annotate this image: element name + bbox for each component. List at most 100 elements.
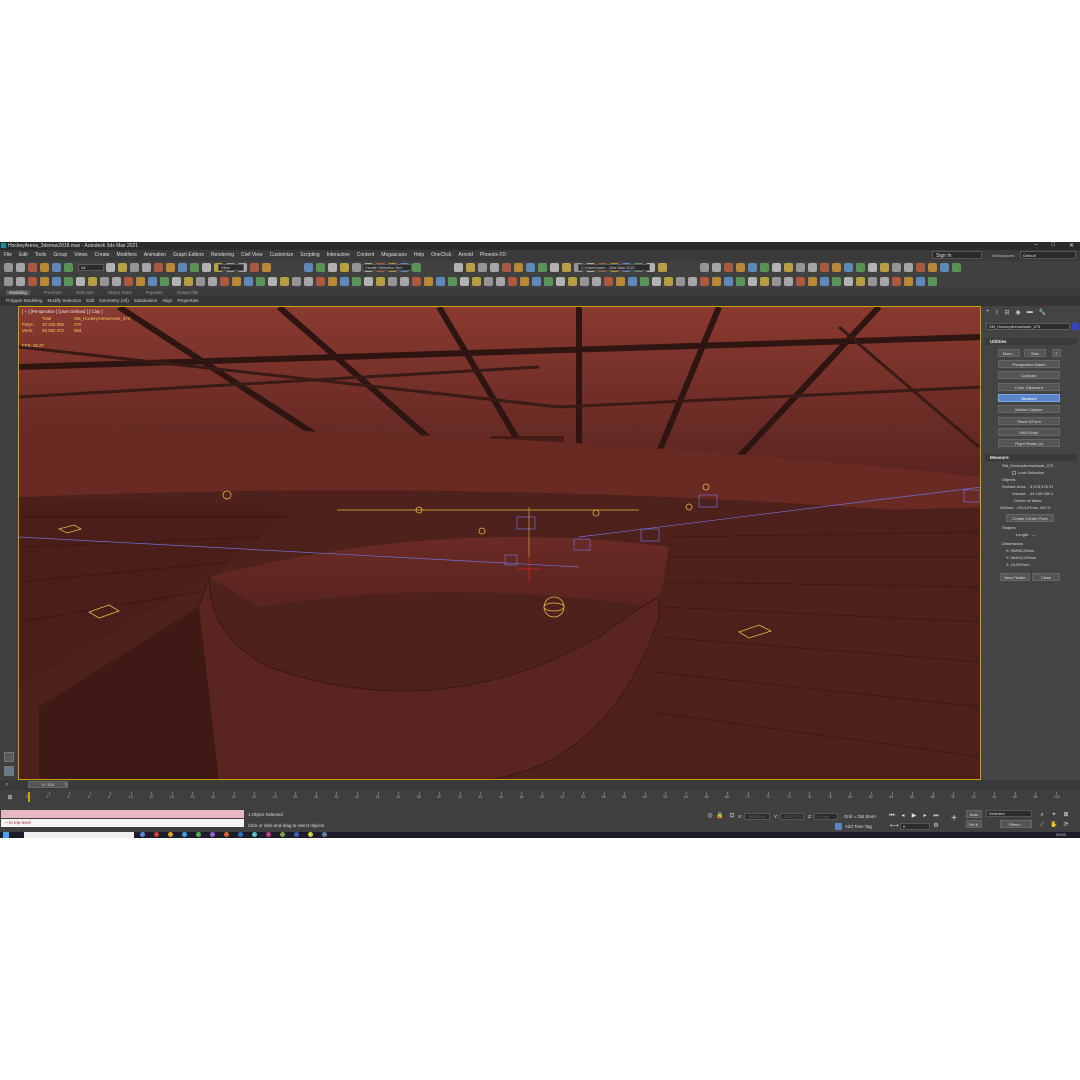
display-icon[interactable]: ▬ [1027, 309, 1033, 316]
main-tool-icon[interactable] [526, 263, 535, 272]
utility-motion-capture-button[interactable]: Motion Capture [998, 405, 1060, 414]
close-measure-button[interactable]: Close [1032, 573, 1060, 581]
main-tool-icon[interactable] [4, 263, 13, 272]
selection-lock-icon[interactable]: 🔒 [716, 812, 724, 820]
secondary-tool-icon[interactable] [592, 277, 601, 286]
utility-maxscript-button[interactable]: MAXScript [998, 427, 1060, 436]
z-coord-field[interactable]: 0,0mm [814, 813, 838, 820]
secondary-tool-icon[interactable] [604, 277, 613, 286]
main-tool-icon[interactable] [538, 263, 547, 272]
secondary-tool-icon[interactable] [328, 277, 337, 286]
fov-icon[interactable]: ⟋ [1038, 821, 1046, 829]
maxscript-mini-listener[interactable]: -- In top-level [1, 819, 244, 827]
main-tool-icon[interactable] [466, 263, 475, 272]
secondary-tool-icon[interactable] [472, 277, 481, 286]
sign-in-dropdown[interactable]: Sign In [932, 251, 982, 259]
main-tool-icon[interactable] [880, 263, 889, 272]
time-slider-prev-icon[interactable]: ‹ [3, 781, 11, 789]
utility-collapse-button[interactable]: Collapse [998, 371, 1060, 380]
secondary-tool-icon[interactable] [508, 277, 517, 286]
main-tool-icon[interactable] [820, 263, 829, 272]
secondary-tool-icon[interactable] [148, 277, 157, 286]
secondary-tool-icon[interactable] [736, 277, 745, 286]
main-tool-icon[interactable] [760, 263, 769, 272]
secondary-tool-icon[interactable] [844, 277, 853, 286]
play-icon[interactable]: ▶ [910, 812, 918, 820]
secondary-tool-icon[interactable] [268, 277, 277, 286]
secondary-tool-icon[interactable] [532, 277, 541, 286]
secondary-tool-icon[interactable] [76, 277, 85, 286]
secondary-tool-icon[interactable] [436, 277, 445, 286]
ribbon-align[interactable]: Align [162, 298, 172, 303]
main-tool-icon[interactable] [352, 263, 361, 272]
secondary-tool-icon[interactable] [724, 277, 733, 286]
object-color-swatch[interactable] [1072, 323, 1079, 330]
main-tool-icon[interactable] [340, 263, 349, 272]
secondary-tool-icon[interactable] [196, 277, 205, 286]
selection-filter-dropdown[interactable]: All [78, 264, 104, 271]
viewport-layout-button[interactable] [4, 752, 14, 762]
secondary-tool-icon[interactable] [304, 277, 313, 286]
secondary-tool-icon[interactable] [316, 277, 325, 286]
secondary-tool-icon[interactable] [376, 277, 385, 286]
main-tool-icon[interactable] [940, 263, 949, 272]
taskbar-app-icon[interactable] [196, 832, 201, 837]
secondary-tool-icon[interactable] [556, 277, 565, 286]
minimize-button[interactable]: – [1034, 242, 1037, 249]
utilities-icon[interactable]: 🔧 [1039, 309, 1046, 316]
main-tool-icon[interactable] [832, 263, 841, 272]
utilities-rollout-header[interactable]: Utilities [985, 338, 1077, 345]
ribbon-geometry-all[interactable]: Geometry (All) [99, 298, 129, 303]
secondary-tool-icon[interactable] [280, 277, 289, 286]
secondary-tool-icon[interactable] [460, 277, 469, 286]
main-tool-icon[interactable] [844, 263, 853, 272]
main-tool-icon[interactable] [316, 263, 325, 272]
menu-customize[interactable]: Customize [270, 252, 294, 258]
secondary-tool-icon[interactable] [772, 277, 781, 286]
ribbon-edit[interactable]: Edit [86, 298, 94, 303]
main-tool-icon[interactable] [16, 263, 25, 272]
main-tool-icon[interactable] [154, 263, 163, 272]
secondary-tool-icon[interactable] [616, 277, 625, 286]
utility-list-icon[interactable]: ≡ [1052, 349, 1061, 357]
ribbon-tab-modeling[interactable]: Modeling [6, 290, 30, 295]
hierarchy-icon[interactable]: ⊟ [1004, 309, 1009, 316]
secondary-tool-icon[interactable] [784, 277, 793, 286]
secondary-tool-icon[interactable] [172, 277, 181, 286]
main-tool-icon[interactable] [130, 263, 139, 272]
taskbar-app-icon[interactable] [322, 832, 327, 837]
main-tool-icon[interactable] [118, 263, 127, 272]
secondary-tool-icon[interactable] [700, 277, 709, 286]
secondary-tool-icon[interactable] [712, 277, 721, 286]
main-tool-icon[interactable] [502, 263, 511, 272]
secondary-tool-icon[interactable] [688, 277, 697, 286]
secondary-tool-icon[interactable] [100, 277, 109, 286]
menu-file[interactable]: File [4, 252, 12, 258]
secondary-tool-icon[interactable] [580, 277, 589, 286]
more-button[interactable]: More... [998, 349, 1020, 357]
zoom-extents-icon[interactable]: ⊠ [1062, 811, 1070, 819]
secondary-tool-icon[interactable] [256, 277, 265, 286]
secondary-tool-icon[interactable] [448, 277, 457, 286]
set-key-button[interactable]: Set K. [966, 820, 982, 828]
main-tool-icon[interactable] [178, 263, 187, 272]
reference-coordinate-dropdown[interactable]: View [218, 264, 244, 271]
zoom-icon[interactable]: ⌕ [1038, 811, 1046, 819]
secondary-tool-icon[interactable] [232, 277, 241, 286]
track-bar-toggle-icon[interactable]: ⊞ [6, 794, 14, 802]
secondary-tool-icon[interactable] [4, 277, 13, 286]
main-tool-icon[interactable] [724, 263, 733, 272]
utility-flight-studio-c-button[interactable]: Flight Studio (c) [998, 439, 1060, 448]
taskbar-app-icon[interactable] [224, 832, 229, 837]
secondary-tool-icon[interactable] [220, 277, 229, 286]
go-to-end-icon[interactable]: ⏭ [932, 812, 940, 820]
secondary-tool-icon[interactable] [868, 277, 877, 286]
ribbon-tab-populate[interactable]: Populate [146, 290, 163, 295]
menu-oneclick[interactable]: OneClick [431, 252, 451, 258]
lock-selection-checkbox[interactable] [1012, 471, 1016, 475]
key-mode-icon[interactable]: ⟷ [890, 822, 899, 830]
secondary-tool-icon[interactable] [904, 277, 913, 286]
add-time-tag[interactable]: Add Time Tag [845, 824, 872, 829]
menu-modifiers[interactable]: Modifiers [117, 252, 137, 258]
menu-animation[interactable]: Animation [144, 252, 166, 258]
